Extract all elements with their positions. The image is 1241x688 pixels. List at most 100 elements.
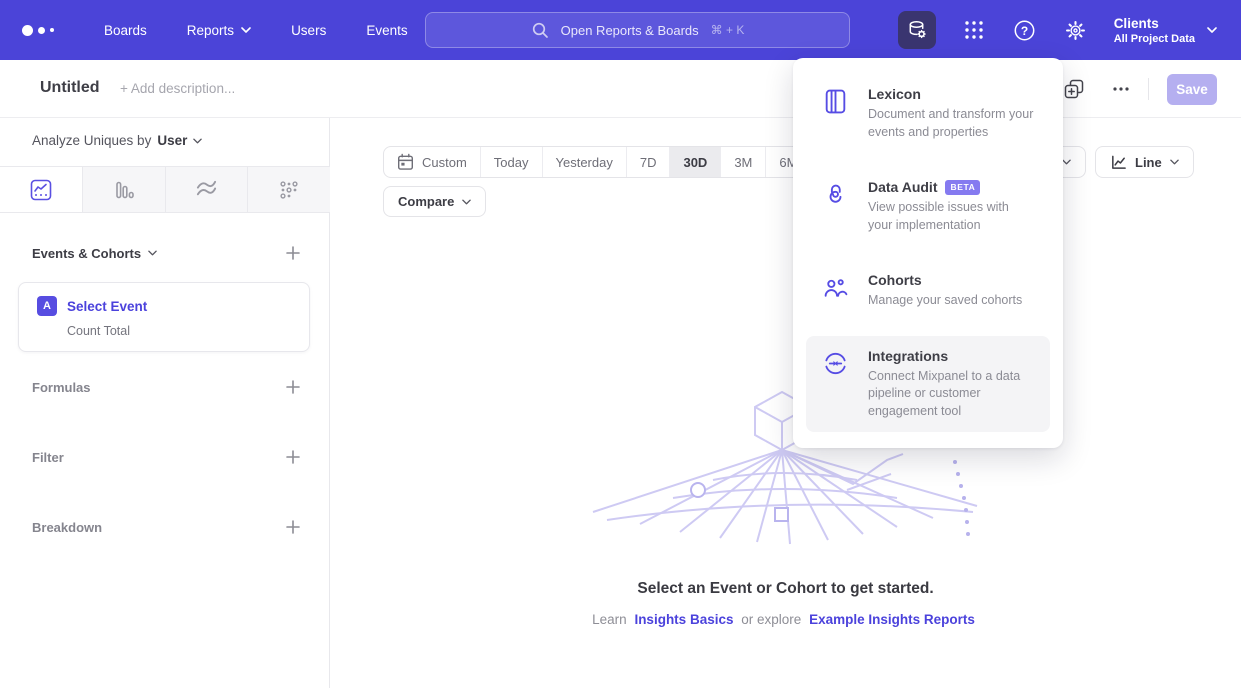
learn-prefix-text: Learn (592, 612, 627, 627)
date-range-label: Custom (422, 155, 467, 170)
add-formula-button[interactable] (285, 379, 301, 395)
menu-item-title: Data Audit (868, 179, 937, 195)
menu-item-text: Lexicon Document and transform your even… (868, 86, 1034, 141)
mixpanel-logo-icon[interactable] (22, 25, 62, 36)
nav-item-boards[interactable]: Boards (104, 23, 147, 38)
nav-item-reports[interactable]: Reports (187, 23, 251, 38)
menu-item-cohorts[interactable]: Cohorts Manage your saved cohorts (806, 260, 1050, 322)
formulas-section-header: Formulas (32, 379, 301, 395)
compare-label: Compare (398, 194, 454, 209)
menu-item-title: Cohorts (868, 272, 1022, 288)
topnav-right-cluster: ? Clients All Project Data (898, 0, 1217, 60)
menu-item-description: Connect Mixpanel to a data pipeline or c… (868, 368, 1034, 421)
section-label: Events & Cohorts (32, 246, 141, 261)
nav-item-users[interactable]: Users (291, 23, 326, 38)
grid-metrics-icon (278, 179, 300, 201)
menu-item-text: Data Audit BETA View possible issues wit… (868, 179, 1034, 234)
tab-bar-chart[interactable] (83, 167, 166, 212)
integrations-icon (822, 348, 850, 421)
add-filter-button[interactable] (285, 449, 301, 465)
event-aggregation-label[interactable]: Count Total (67, 324, 309, 338)
events-cohorts-section-header: Events & Cohorts (32, 245, 301, 261)
beta-badge: BETA (945, 180, 980, 195)
apps-grid-button[interactable] (961, 11, 987, 49)
menu-item-description: Document and transform your events and p… (868, 106, 1034, 141)
more-options-button[interactable] (1112, 80, 1130, 98)
event-card[interactable]: A Select Event Count Total (18, 282, 310, 352)
project-switcher[interactable]: Clients All Project Data (1114, 16, 1217, 45)
menu-item-text: Cohorts Manage your saved cohorts (868, 272, 1022, 310)
date-range-today[interactable]: Today (481, 147, 543, 177)
menu-item-description: View possible issues with your implement… (868, 199, 1034, 234)
plus-icon (285, 245, 301, 261)
search-input[interactable]: Open Reports & Boards ⌘ + K (425, 12, 850, 48)
chevron-down-icon (462, 199, 471, 205)
tab-line-chart[interactable] (0, 167, 83, 212)
org-name: Clients (1114, 16, 1195, 31)
insights-basics-link[interactable]: Insights Basics (634, 612, 733, 627)
duplicate-report-button[interactable] (1062, 77, 1086, 101)
date-range-7d[interactable]: 7D (627, 147, 671, 177)
menu-item-integrations[interactable]: Integrations Connect Mixpanel to a data … (806, 336, 1050, 433)
top-navigation-bar: Boards Reports Users Events Open Reports… (0, 0, 1241, 60)
copy-icon (1062, 77, 1086, 101)
date-range-yesterday[interactable]: Yesterday (543, 147, 627, 177)
report-description-placeholder[interactable]: + Add description... (120, 81, 235, 96)
project-name: All Project Data (1114, 33, 1195, 45)
gear-icon (1064, 19, 1087, 42)
chevron-down-icon[interactable] (193, 138, 202, 144)
example-insights-reports-link[interactable]: Example Insights Reports (809, 612, 975, 627)
report-header-actions: Save (1062, 60, 1217, 118)
menu-item-data-audit[interactable]: Data Audit BETA View possible issues wit… (806, 167, 1050, 246)
empty-state-heading: Select an Event or Cohort to get started… (330, 580, 1241, 598)
chart-type-dropdown[interactable]: Line (1095, 146, 1194, 178)
save-button[interactable]: Save (1167, 74, 1217, 105)
data-audit-icon (822, 179, 850, 234)
events-cohorts-label[interactable]: Events & Cohorts (32, 246, 157, 261)
nav-label: Boards (104, 23, 147, 38)
plus-icon (285, 379, 301, 395)
chevron-down-icon (1170, 159, 1179, 165)
filter-label: Filter (32, 450, 64, 465)
nav-item-events[interactable]: Events (366, 23, 407, 38)
date-range-3m[interactable]: 3M (721, 147, 766, 177)
date-range-30d[interactable]: 30D (670, 147, 721, 177)
data-management-button[interactable] (898, 11, 936, 49)
plus-icon (285, 519, 301, 535)
data-management-icon (905, 18, 929, 42)
tab-flow-chart[interactable] (166, 167, 249, 212)
date-range-label: Yesterday (556, 155, 613, 170)
search-placeholder: Open Reports & Boards (561, 23, 699, 38)
nav-label: Users (291, 23, 326, 38)
date-range-selector: Custom Today Yesterday 7D 30D 3M 6M (383, 146, 811, 178)
date-range-custom[interactable]: Custom (384, 147, 481, 177)
chart-type-label: Line (1135, 155, 1162, 170)
apps-grid-icon (963, 19, 985, 41)
divider (1148, 78, 1149, 100)
line-chart-icon (30, 179, 52, 201)
nav-label: Reports (187, 23, 234, 38)
line-chart-icon (1110, 154, 1127, 171)
flow-chart-icon (195, 178, 218, 201)
chevron-down-icon (1207, 27, 1217, 33)
report-title[interactable]: Untitled (40, 79, 100, 97)
menu-item-lexicon[interactable]: Lexicon Document and transform your even… (806, 74, 1050, 153)
add-event-button[interactable] (285, 245, 301, 261)
date-range-label: 7D (640, 155, 657, 170)
calendar-icon (397, 153, 414, 171)
empty-state-links: Learn Insights Basics or explore Example… (330, 612, 1241, 627)
analyze-value-dropdown[interactable]: User (157, 133, 187, 148)
or-explore-text: or explore (741, 612, 801, 627)
chevron-down-icon (148, 250, 157, 256)
tab-grid-metrics[interactable] (248, 167, 330, 212)
add-breakdown-button[interactable] (285, 519, 301, 535)
project-switcher-labels: Clients All Project Data (1114, 16, 1195, 45)
settings-button[interactable] (1063, 11, 1089, 49)
select-event-button[interactable]: Select Event (67, 299, 147, 314)
help-button[interactable]: ? (1012, 11, 1038, 49)
event-letter-badge: A (37, 296, 57, 316)
compare-button[interactable]: Compare (383, 186, 486, 217)
menu-item-description: Manage your saved cohorts (868, 292, 1022, 310)
chevron-down-icon (1062, 159, 1071, 165)
date-range-label: 30D (683, 155, 707, 170)
